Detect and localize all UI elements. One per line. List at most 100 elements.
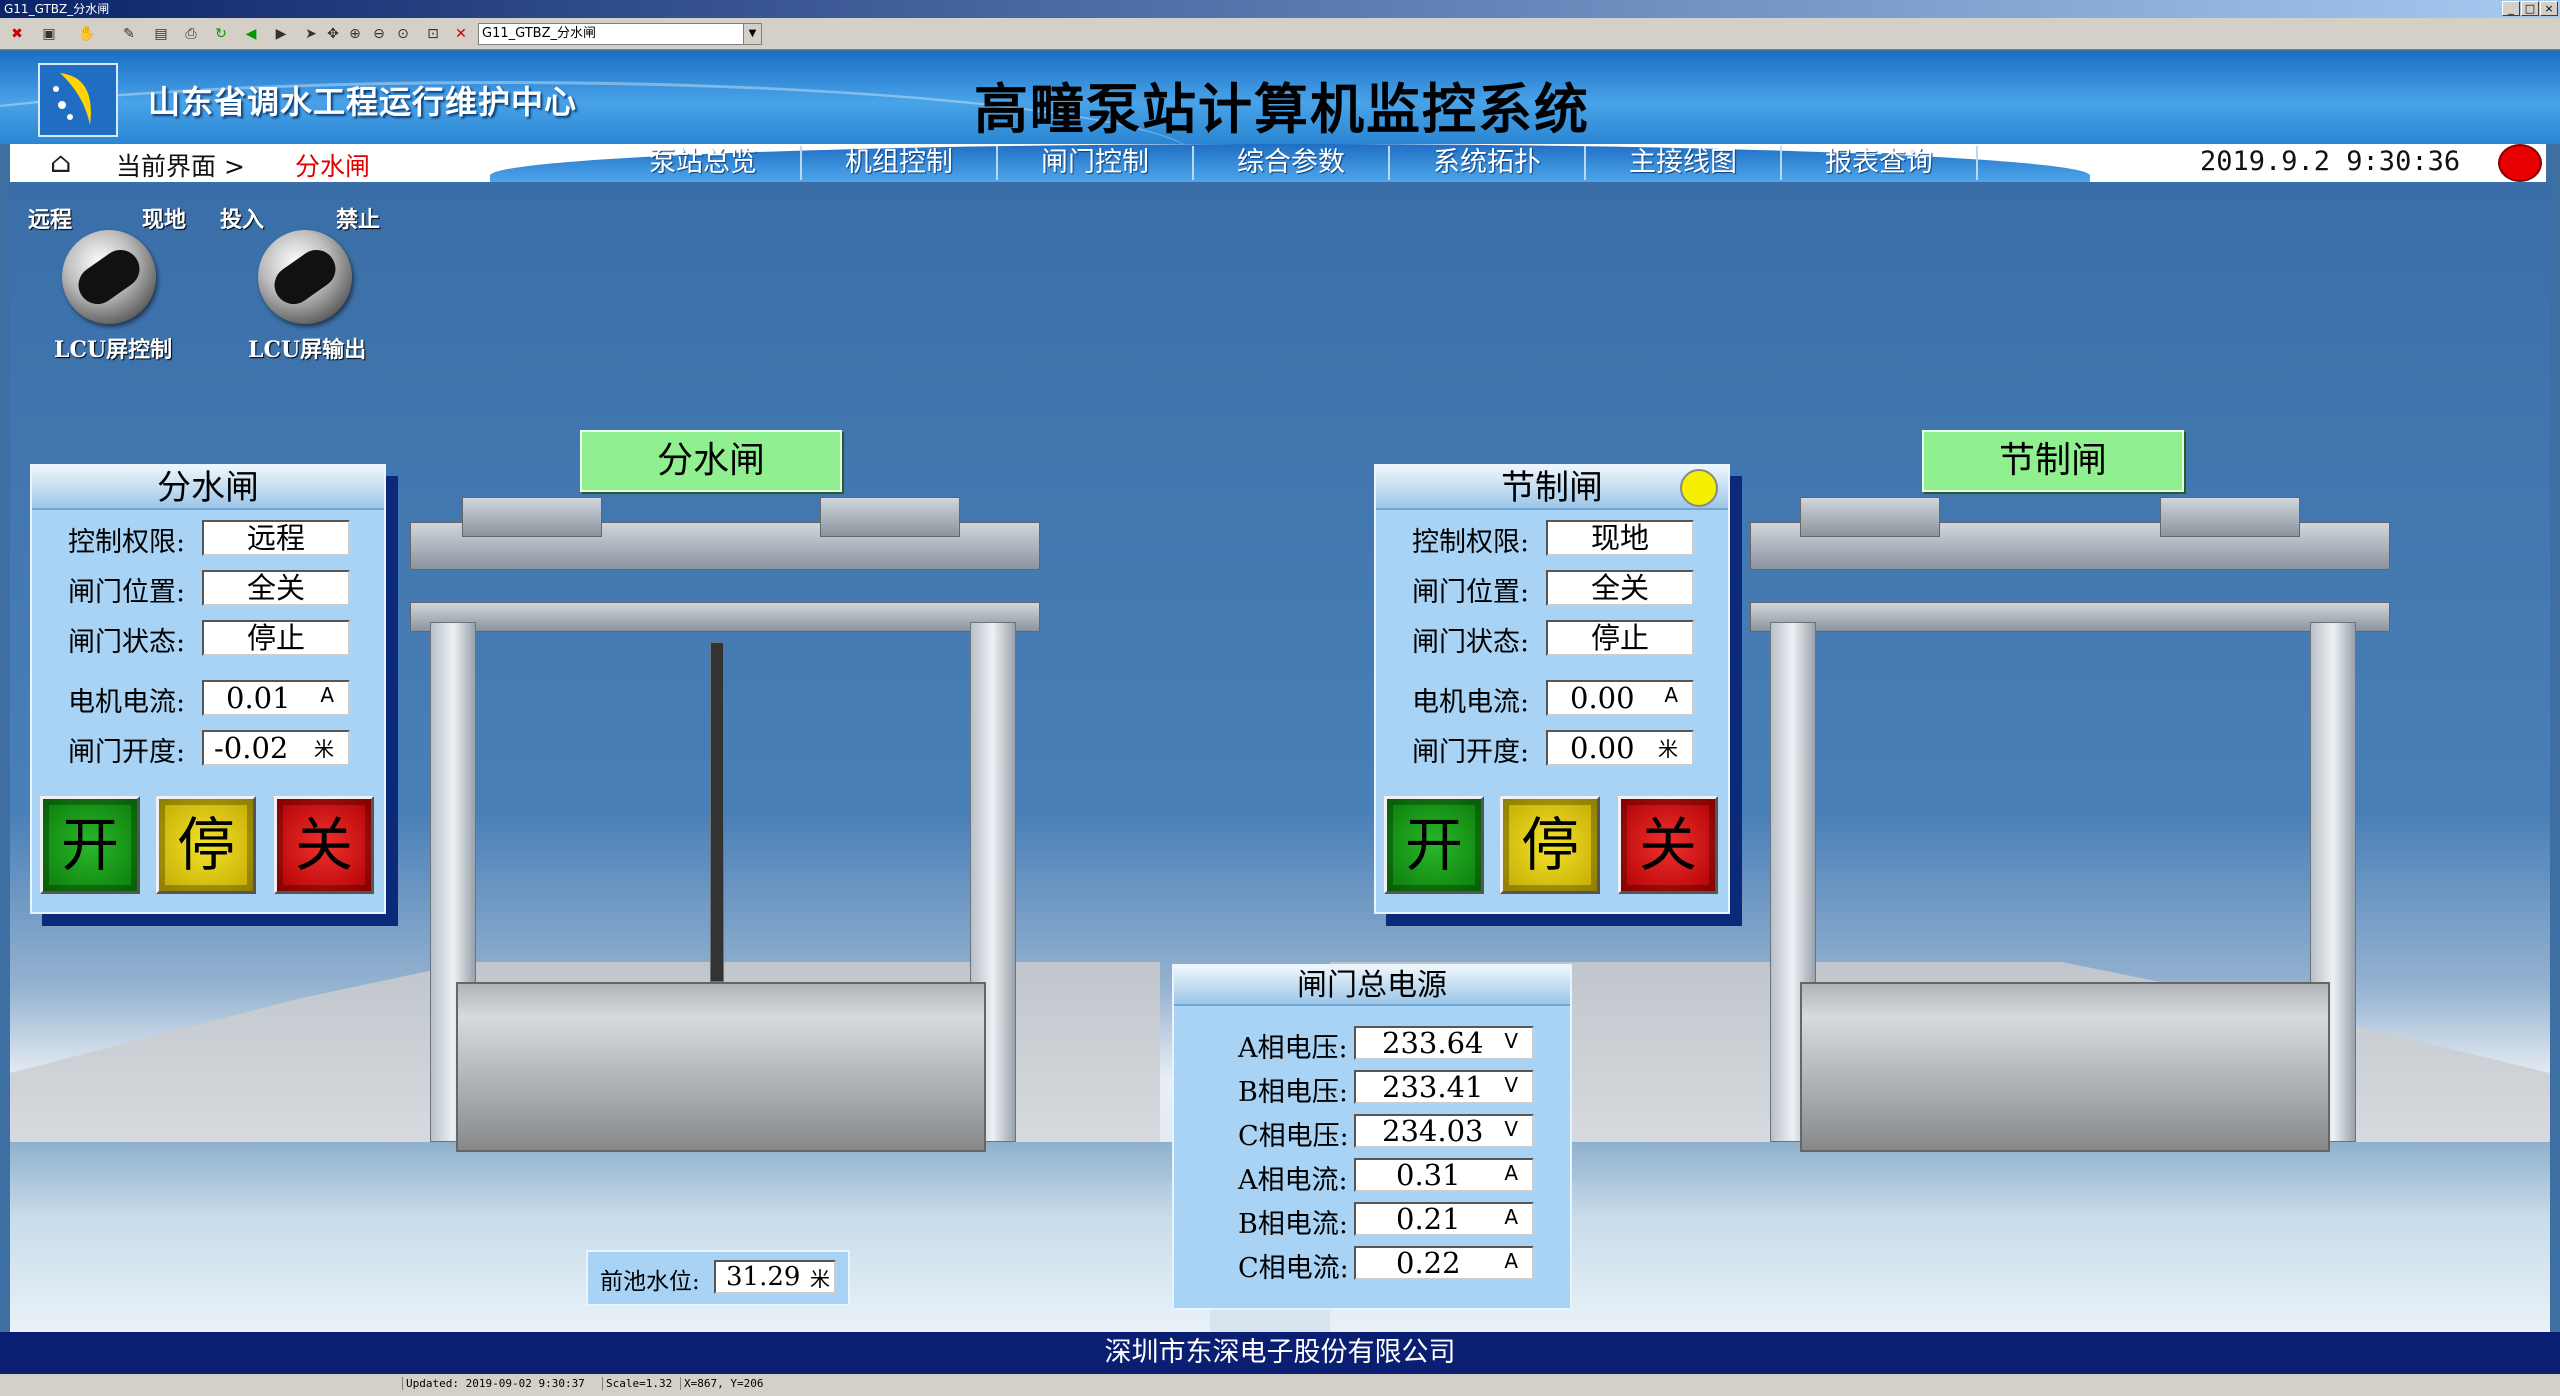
control-value: 现地 xyxy=(1546,520,1694,556)
cancel-icon[interactable]: ✕ xyxy=(452,25,470,43)
window-title: G11_GTBZ_分水闸 xyxy=(4,2,110,16)
opening-label: 闸门开度: xyxy=(1412,737,1530,768)
opening-value: -0.02 米 xyxy=(202,730,350,766)
current-label: 电机电流: xyxy=(68,687,186,718)
zoom-out-icon[interactable]: ⊖ xyxy=(370,25,388,43)
power-label-c-voltage: C相电压: xyxy=(1238,1121,1349,1152)
opening-label: 闸门开度: xyxy=(68,737,186,768)
company-name: 深圳市东深电子股份有限公司 xyxy=(1104,1337,1456,1368)
nav-report-query[interactable]: 报表查询 xyxy=(1782,146,1978,180)
nav-topology[interactable]: 系统拓扑 xyxy=(1390,146,1586,180)
home-icon[interactable]: ⌂ xyxy=(50,148,84,178)
power-panel-title: 闸门总电源 xyxy=(1174,966,1570,1006)
forebay-level-panel: 前池水位: 31.29 米 xyxy=(586,1250,850,1306)
current-page-label: 当前界面 > xyxy=(116,152,245,181)
lcu-control-switch[interactable] xyxy=(62,230,156,324)
gate-tag-control: 节制闸 xyxy=(1922,430,2184,492)
power-value-b-voltage: 233.41 V xyxy=(1354,1070,1534,1104)
datetime-display: 2019.9.2 9:30:36 xyxy=(2200,146,2461,177)
power-value-c-current: 0.22 A xyxy=(1354,1246,1534,1280)
state-value: 停止 xyxy=(202,620,350,656)
hand-icon[interactable]: ✋ xyxy=(78,25,96,43)
panel-title: 节制闸 xyxy=(1376,466,1728,510)
stop-button[interactable]: 停 xyxy=(1500,796,1600,894)
nav-station-overview[interactable]: 泵站总览 xyxy=(606,146,802,180)
power-value-a-voltage: 233.64 V xyxy=(1354,1026,1534,1060)
diversion-gate-panel: 分水闸 控制权限: 远程 闸门位置: 全关 闸门状态: 停止 电机电流: 0.0… xyxy=(30,464,386,914)
control-label: 控制权限: xyxy=(68,527,186,558)
lcu-output-label: LCU屏输出 xyxy=(248,337,367,363)
power-value-b-current: 0.21 A xyxy=(1354,1202,1534,1236)
page-select-value: G11_GTBZ_分水闸 xyxy=(482,26,596,41)
org-name: 山东省调水工程运行维护中心 xyxy=(148,83,578,121)
logo xyxy=(38,63,118,137)
pointer-icon[interactable]: ➤ xyxy=(302,25,320,43)
power-value-a-current: 0.31 A xyxy=(1354,1158,1534,1192)
current-page-name: 分水闸 xyxy=(295,152,371,181)
state-value: 停止 xyxy=(1546,620,1694,656)
control-value: 远程 xyxy=(202,520,350,556)
switch-local-label: 现地 xyxy=(142,207,187,233)
chevron-down-icon[interactable]: ▼ xyxy=(743,24,761,44)
close-button[interactable]: 关 xyxy=(1618,796,1718,894)
minimize-button[interactable]: _ xyxy=(2502,1,2520,16)
state-label: 闸门状态: xyxy=(1412,627,1530,658)
lcu-control-label: LCU屏控制 xyxy=(54,337,173,363)
window-title-bar: G11_GTBZ_分水闸 _ □ × xyxy=(0,0,2560,18)
nav-parameters[interactable]: 综合参数 xyxy=(1194,146,1390,180)
forebay-value: 31.29 米 xyxy=(714,1260,836,1294)
header-banner: 山东省调水工程运行维护中心 高疃泵站计算机监控系统 xyxy=(0,51,2560,144)
open-button[interactable]: 开 xyxy=(1384,796,1484,894)
status-coords: X=867, Y=206 xyxy=(680,1377,763,1390)
page-select[interactable]: G11_GTBZ_分水闸 ▼ xyxy=(478,23,762,45)
power-label-b-voltage: B相电压: xyxy=(1238,1077,1348,1108)
status-scale: Scale=1.32 xyxy=(602,1377,672,1390)
display-icon[interactable]: ▤ xyxy=(152,25,170,43)
alarm-indicator[interactable] xyxy=(2498,144,2542,182)
nav-gate-control[interactable]: 闸门控制 xyxy=(998,146,1194,180)
close-button[interactable]: 关 xyxy=(274,796,374,894)
position-value: 全关 xyxy=(202,570,350,606)
open-button[interactable]: 开 xyxy=(40,796,140,894)
nav-unit-control[interactable]: 机组控制 xyxy=(802,146,998,180)
status-bar: Updated: 2019-09-02 9:30:37 Scale=1.32 X… xyxy=(0,1374,2560,1396)
forward-icon[interactable]: ▶ xyxy=(272,25,290,43)
close-icon[interactable]: ✖ xyxy=(8,25,26,43)
edit-icon[interactable]: ✎ xyxy=(120,25,138,43)
current-value: 0.00 A xyxy=(1546,680,1694,716)
stop-button[interactable]: 停 xyxy=(156,796,256,894)
power-label-a-voltage: A相电压: xyxy=(1238,1033,1348,1064)
control-label: 控制权限: xyxy=(1412,527,1530,558)
toolbar: ✖ ▣ ✋ ✎ ▤ ⎙ ↻ ◀ ▶ ➤ ✥ ⊕ ⊖ ⊙ ⊡ ✕ G11_GTBZ… xyxy=(0,18,2560,50)
lcu-output-switch[interactable] xyxy=(258,230,352,324)
position-label: 闸门位置: xyxy=(1412,577,1530,608)
current-label: 电机电流: xyxy=(1412,687,1530,718)
state-label: 闸门状态: xyxy=(68,627,186,658)
switch-remote-label: 远程 xyxy=(28,207,73,233)
pan-icon[interactable]: ✥ xyxy=(324,25,342,43)
print-icon[interactable]: ⎙ xyxy=(182,25,200,43)
refresh-icon[interactable]: ↻ xyxy=(212,25,230,43)
control-gate-panel: 节制闸 控制权限: 现地 闸门位置: 全关 闸门状态: 停止 电机电流: 0.0… xyxy=(1374,464,1730,914)
zoom-in-icon[interactable]: ⊕ xyxy=(346,25,364,43)
opening-value: 0.00 米 xyxy=(1546,730,1694,766)
window-icon[interactable]: ▣ xyxy=(40,25,58,43)
system-title: 高疃泵站计算机监控系统 xyxy=(974,78,1590,141)
back-icon[interactable]: ◀ xyxy=(242,25,260,43)
zoom-fit-icon[interactable]: ⊙ xyxy=(394,25,412,43)
current-value: 0.01 A xyxy=(202,680,350,716)
zoom-window-icon[interactable]: ⊡ xyxy=(424,25,442,43)
power-label-b-current: B相电流: xyxy=(1238,1209,1348,1240)
footer: 深圳市东深电子股份有限公司 xyxy=(0,1332,2560,1374)
switch-enable-label: 投入 xyxy=(220,207,265,233)
position-value: 全关 xyxy=(1546,570,1694,606)
close-window-button[interactable]: × xyxy=(2540,1,2558,16)
panel-title: 分水闸 xyxy=(32,466,384,510)
position-label: 闸门位置: xyxy=(68,577,186,608)
maximize-button[interactable]: □ xyxy=(2521,1,2539,16)
power-value-c-voltage: 234.03 V xyxy=(1354,1114,1534,1148)
nav-wiring-diagram[interactable]: 主接线图 xyxy=(1586,146,1782,180)
power-label-a-current: A相电流: xyxy=(1238,1165,1348,1196)
gate-status-indicator xyxy=(1680,469,1718,507)
gate-power-panel: 闸门总电源 A相电压: 233.64 V B相电压: 233.41 V C相电压: … xyxy=(1172,964,1572,1310)
